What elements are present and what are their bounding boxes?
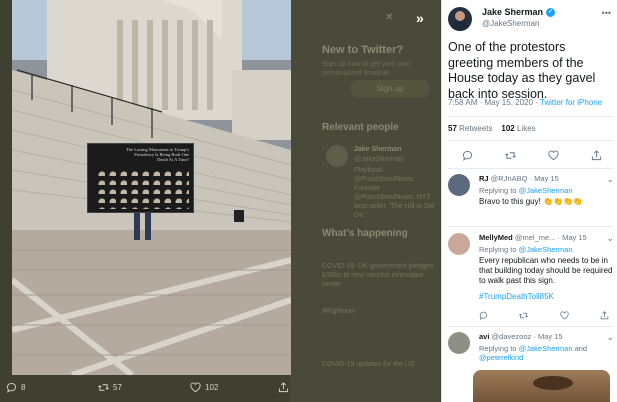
tweet-actions bbox=[462, 150, 602, 161]
likes-count: 102 bbox=[501, 124, 515, 133]
author-handle[interactable]: @JakeSherman bbox=[482, 19, 555, 28]
photo-like-count: 102 bbox=[205, 383, 219, 392]
reply-icon[interactable] bbox=[479, 311, 488, 320]
photo-retweet-count: 57 bbox=[113, 383, 122, 392]
reply-handle[interactable]: @mel_me... bbox=[515, 233, 556, 242]
divider bbox=[448, 116, 613, 117]
reply-header: RJ @RJnABQ · May 15 bbox=[479, 174, 559, 183]
likes-stat[interactable]: 102 Likes bbox=[501, 124, 535, 133]
reply-hashtag[interactable]: #TrumpDeathToll85K bbox=[479, 292, 616, 301]
reply-item[interactable]: RJ @RJnABQ · May 15 Replying to @JakeShe… bbox=[448, 174, 616, 224]
bg-trend-3: COVID-19 updates for the US bbox=[322, 361, 415, 368]
replying-to: Replying to @JakeSherman bbox=[479, 245, 573, 254]
reply-media-image[interactable] bbox=[473, 370, 610, 402]
photo-reply-button[interactable]: 8 bbox=[6, 382, 25, 393]
replying-to: Replying to @JakeSherman and @peterelkind bbox=[479, 344, 588, 362]
reply-actions bbox=[479, 311, 609, 320]
share-icon[interactable] bbox=[600, 311, 609, 320]
likes-label: Likes bbox=[516, 124, 536, 133]
photo-reply-count: 8 bbox=[21, 383, 26, 392]
tweet-stats: 57 Retweets 102 Likes bbox=[448, 124, 536, 133]
share-icon bbox=[278, 382, 289, 393]
tweet-header: Jake Sherman ✓ @JakeSherman bbox=[448, 7, 556, 31]
replying-to-link[interactable]: @JakeSherman bbox=[519, 245, 573, 254]
replying-to-link-2[interactable]: @peterelkind bbox=[479, 353, 523, 362]
divider bbox=[448, 140, 613, 141]
photo-action-bar: 8 57 102 bbox=[0, 378, 290, 402]
tweet-photo[interactable]: The Lasting Monument to Trump's Presiden… bbox=[12, 0, 291, 375]
expand-icon[interactable]: » bbox=[416, 10, 424, 26]
replying-to-link[interactable]: @JakeSherman bbox=[519, 344, 573, 353]
protest-sign: The Lasting Monument to Trump's Presiden… bbox=[87, 143, 194, 213]
replying-to-link[interactable]: @JakeSherman bbox=[519, 186, 573, 195]
more-icon[interactable]: ⌄ bbox=[606, 233, 614, 244]
reply-header: MellyMed @mel_me... · May 15 bbox=[479, 233, 587, 242]
tweet-text: One of the protestors greeting members o… bbox=[448, 40, 596, 101]
more-icon[interactable]: ••• bbox=[602, 8, 611, 18]
bg-relevant-person-bio: Playbook. @PunchbowlNews. Founder @Punch… bbox=[354, 167, 435, 219]
like-icon[interactable] bbox=[560, 311, 569, 320]
more-icon[interactable]: ⌄ bbox=[606, 174, 614, 185]
share-icon[interactable] bbox=[591, 150, 602, 161]
photo-like-button[interactable]: 102 bbox=[190, 382, 218, 393]
reply-date[interactable]: May 15 bbox=[538, 332, 563, 341]
protest-sign-text: The Lasting Monument to Trump's Presiden… bbox=[126, 147, 189, 163]
author-avatar[interactable] bbox=[448, 7, 472, 31]
reply-avatar[interactable] bbox=[448, 174, 470, 196]
reply-name[interactable]: avi bbox=[479, 332, 489, 341]
retweets-stat[interactable]: 57 Retweets bbox=[448, 124, 493, 133]
reply-handle[interactable]: @RJnABQ bbox=[491, 174, 528, 183]
reply-icon[interactable] bbox=[462, 150, 473, 161]
bg-relevant-person-name: Jake Sherman bbox=[354, 146, 402, 153]
bg-relevant-person-avatar bbox=[326, 145, 348, 167]
retweets-count: 57 bbox=[448, 124, 457, 133]
reply-handle[interactable]: @davezooz bbox=[492, 332, 532, 341]
tweet-source[interactable]: Twitter for iPhone bbox=[540, 98, 602, 107]
bg-trend-1: COVID-19: UK government pledges £30bn to… bbox=[322, 263, 434, 288]
divider bbox=[448, 168, 613, 169]
reply-date[interactable]: May 15 bbox=[562, 233, 587, 242]
author-name: Jake Sherman bbox=[482, 7, 544, 17]
like-icon[interactable] bbox=[548, 150, 559, 161]
bg-relevant-person-handle: @JakeSherman bbox=[354, 156, 405, 163]
verified-icon: ✓ bbox=[546, 7, 556, 17]
photo-retweet-button[interactable]: 57 bbox=[98, 382, 122, 393]
reply-header: avi @davezooz · May 15 bbox=[479, 332, 563, 341]
reply-name[interactable]: RJ bbox=[479, 174, 489, 183]
replying-to: Replying to @JakeSherman bbox=[479, 186, 573, 195]
replying-and: and bbox=[574, 344, 588, 353]
tweet-time[interactable]: 7:58 AM · May 15, 2020 bbox=[448, 98, 533, 107]
reply-name[interactable]: MellyMed bbox=[479, 233, 513, 242]
retweet-icon[interactable] bbox=[505, 150, 516, 161]
retweets-label: Retweets bbox=[459, 124, 493, 133]
bg-trend-2: #Rightnow bbox=[322, 308, 356, 315]
divider bbox=[448, 226, 613, 227]
like-icon bbox=[190, 382, 201, 393]
bg-whats-happening-title: What’s happening bbox=[322, 228, 408, 239]
photo-share-button[interactable] bbox=[278, 382, 289, 393]
bg-new-to-twitter-sub: Sign up now to get your own personalized… bbox=[322, 61, 411, 77]
reply-avatar[interactable] bbox=[448, 332, 470, 354]
tweet-meta: 7:58 AM · May 15, 2020 · Twitter for iPh… bbox=[448, 98, 603, 107]
reply-text: Every republican who needs to be in that… bbox=[479, 256, 613, 285]
more-icon[interactable]: ⌄ bbox=[606, 332, 614, 343]
retweet-icon bbox=[98, 384, 109, 391]
bg-signup-button: Sign up bbox=[350, 80, 430, 98]
skulls-illustration bbox=[94, 167, 189, 209]
retweet-icon[interactable] bbox=[519, 311, 529, 320]
reply-text: Bravo to this guy! 👏👏👏👏 bbox=[479, 197, 583, 206]
divider bbox=[448, 326, 613, 327]
reply-icon bbox=[6, 382, 17, 393]
reply-date[interactable]: May 15 bbox=[534, 174, 559, 183]
author-name-row[interactable]: Jake Sherman ✓ bbox=[482, 7, 556, 17]
bg-relevant-people-title: Relevant people bbox=[322, 122, 399, 133]
reply-avatar[interactable] bbox=[448, 233, 470, 255]
tweet-panel: Jake Sherman ✓ @JakeSherman ••• One of t… bbox=[441, 0, 617, 402]
bg-new-to-twitter-title: New to Twitter? bbox=[322, 44, 404, 56]
background-close-icon: ✕ bbox=[385, 12, 394, 23]
reply-item[interactable]: MellyMed @mel_me... · May 15 Replying to… bbox=[448, 233, 616, 321]
